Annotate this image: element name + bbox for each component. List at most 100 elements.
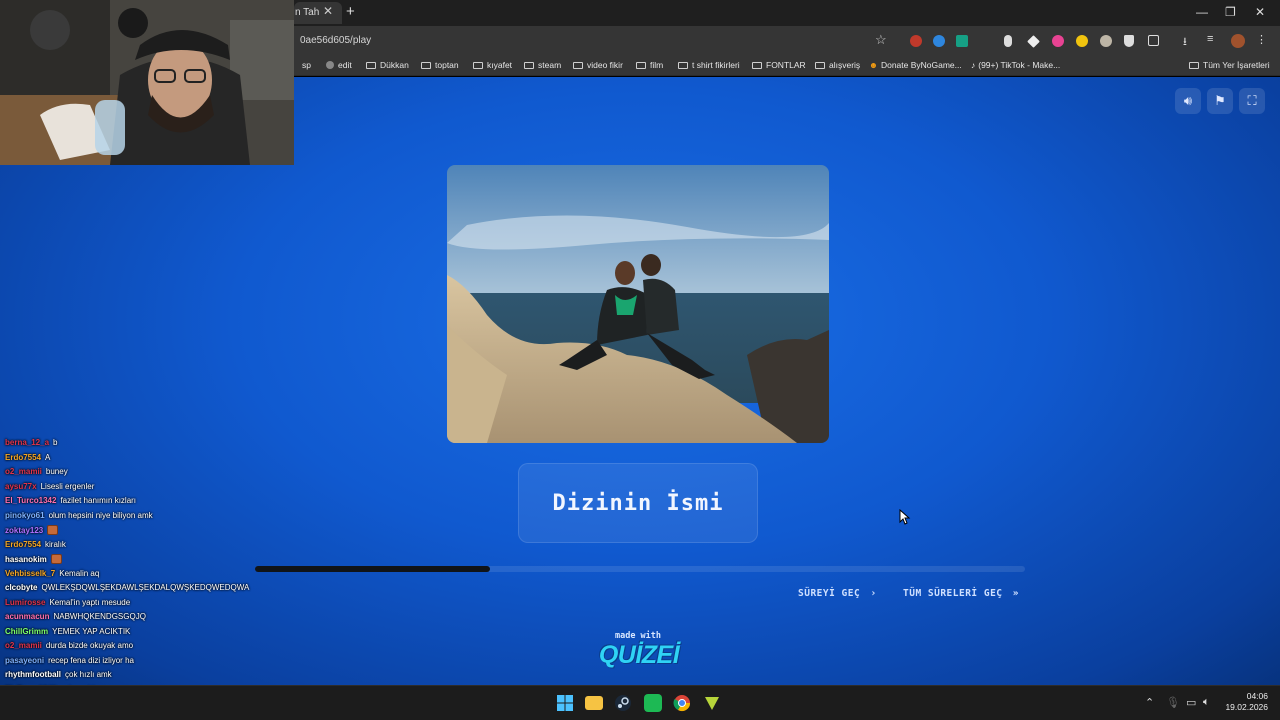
bookmark-folder[interactable]: t shirt fikirleri: [678, 60, 740, 70]
chat-username[interactable]: El_Turco1342: [5, 496, 56, 505]
chat-message: pasayeoni recep fena dizi izliyor ha: [5, 656, 295, 671]
chat-text: Kemalin aq: [59, 568, 100, 578]
extension-icon[interactable]: [1124, 35, 1134, 47]
emote-icon: [47, 525, 59, 535]
new-tab-icon[interactable]: +: [346, 3, 355, 20]
fullscreen-icon[interactable]: ⛶: [1239, 88, 1265, 114]
bookmark-folder[interactable]: FONTLAR: [752, 60, 806, 70]
chat-username[interactable]: pinokyo61: [5, 511, 45, 520]
skip-timer-button[interactable]: SÜREYİ GEÇ ›: [798, 588, 877, 599]
extension-icon[interactable]: [933, 35, 945, 47]
bookmark-folder[interactable]: toptan: [421, 60, 459, 70]
chat-username[interactable]: Lumirosse: [5, 598, 45, 607]
bookmark-folder[interactable]: video fikir: [573, 60, 623, 70]
chat-username[interactable]: pasayeoni: [5, 656, 44, 665]
steam-icon[interactable]: [614, 694, 632, 712]
chat-username[interactable]: Vehbisselk_7: [5, 569, 55, 578]
bookmark-folder[interactable]: steam: [524, 60, 561, 70]
download-icon[interactable]: ⭳: [1183, 33, 1187, 52]
mouse-cursor-icon: [899, 509, 911, 525]
chrome-icon[interactable]: [673, 694, 691, 712]
bookmark-folder[interactable]: Dükkan: [366, 60, 409, 70]
chat-message: Erdo7554 A: [5, 453, 295, 468]
extension-icon[interactable]: [910, 35, 922, 47]
window-close-icon[interactable]: ✕: [1255, 5, 1265, 19]
bookmark-star-icon[interactable]: ☆: [875, 32, 887, 48]
app-icon[interactable]: [644, 694, 662, 712]
quiz-photo: [447, 165, 829, 443]
bookmark-folder[interactable]: kıyafet: [473, 60, 512, 70]
file-explorer-icon[interactable]: [585, 696, 603, 710]
flag-icon[interactable]: ⚑: [1207, 88, 1233, 114]
profile-avatar[interactable]: [1231, 34, 1245, 48]
chat-username[interactable]: clcobyte: [5, 583, 37, 592]
chat-username[interactable]: o2_mamii: [5, 641, 42, 650]
bookmark-folder[interactable]: film: [636, 60, 663, 70]
microphone-icon[interactable]: 🎙︎: [1166, 696, 1180, 709]
folder-icon: [678, 62, 688, 69]
menu-dots-icon[interactable]: ⋮: [1256, 33, 1267, 46]
browser-tab[interactable]: n Tah: [294, 2, 342, 24]
bookmark-item[interactable]: ♪ (99+) TikTok - Make...: [971, 60, 1060, 70]
address-bar[interactable]: 0ae56d605/play: [300, 35, 371, 46]
tab-title: n Tah: [295, 7, 320, 18]
chat-text: Kemal'in yaptı mesude: [49, 597, 131, 607]
chat-username[interactable]: rhythmfootball: [5, 670, 61, 679]
network-icon[interactable]: ▭: [1186, 696, 1196, 709]
chat-username[interactable]: berna_12_a: [5, 438, 49, 447]
chat-username[interactable]: acunmacun: [5, 612, 49, 621]
webcam-overlay: [0, 0, 294, 165]
quizei-logo[interactable]: QUİZEİ: [596, 641, 682, 670]
bookmark-item[interactable]: edit: [326, 60, 352, 70]
chat-message: o2_mamii durda bizde okuyak amo: [5, 641, 295, 656]
speaker-icon[interactable]: 🔈︎: [1203, 696, 1210, 709]
chat-username[interactable]: o2_mamii: [5, 467, 42, 476]
bookmark-folder[interactable]: alışveriş: [815, 60, 860, 70]
extensions-puzzle-icon[interactable]: [1148, 35, 1159, 46]
chat-message: acunmacun NABWHQKENDGSGQJQ: [5, 612, 295, 627]
extension-icon[interactable]: [1027, 35, 1040, 48]
chat-username[interactable]: Erdo7554: [5, 453, 41, 462]
extension-icon[interactable]: [1076, 35, 1088, 47]
system-clock[interactable]: 04:06 19.02.2026: [1218, 691, 1268, 713]
chat-username[interactable]: ChillGrimm: [5, 627, 48, 636]
all-bookmarks-folder[interactable]: Tüm Yer İşaretleri: [1189, 60, 1270, 70]
chevron-up-icon[interactable]: ⌃: [1145, 696, 1154, 709]
folder-icon: [421, 62, 431, 69]
made-with-label: made with: [614, 631, 662, 641]
chat-text: A: [45, 452, 51, 462]
folder-icon: [366, 62, 376, 69]
chat-text: olum hepsini niye biliyon amk: [48, 510, 153, 520]
app-icon[interactable]: [703, 694, 721, 712]
tab-close-icon[interactable]: ✕: [323, 4, 333, 18]
extension-icon[interactable]: [956, 35, 968, 47]
chat-message: clcobyte QWLEKŞDQWLŞEKDAWLŞEKDALQWŞKEDQWE…: [5, 583, 295, 598]
media-control-icon[interactable]: ≡: [1207, 33, 1213, 45]
extension-icon[interactable]: [1004, 35, 1012, 47]
answer-card: Dizinin İsmi: [518, 463, 758, 543]
clock-time: 04:06: [1246, 691, 1268, 701]
folder-icon: [636, 62, 646, 69]
chat-message: berna_12_a b: [5, 438, 295, 453]
skip-all-timers-button[interactable]: TÜM SÜRELERİ GEÇ »: [903, 588, 1019, 599]
maximize-icon[interactable]: ❐: [1225, 5, 1236, 19]
bookmark-item[interactable]: sp: [302, 60, 311, 70]
folder-icon: [815, 62, 825, 69]
chat-message: pinokyo61 olum hepsini niye biliyon amk: [5, 511, 295, 526]
minimize-icon[interactable]: —: [1196, 5, 1208, 19]
chat-message: Erdo7554 kiralık: [5, 540, 295, 555]
chat-username[interactable]: aysu77x: [5, 482, 37, 491]
windows-start-icon[interactable]: [556, 694, 574, 712]
volume-icon[interactable]: 🔊︎: [1175, 88, 1201, 114]
chat-message: aysu77x Lisesli ergenler: [5, 482, 295, 497]
chat-text: buney: [45, 467, 68, 476]
chat-text: fazilet hanımın kızları: [60, 496, 137, 505]
extension-icon[interactable]: [1052, 35, 1064, 47]
extension-icon[interactable]: [1100, 35, 1112, 47]
chat-username[interactable]: zoktay123: [5, 526, 43, 535]
chat-username[interactable]: Erdo7554: [5, 540, 41, 549]
double-chevron-right-icon: »: [1012, 588, 1019, 599]
bookmark-item[interactable]: ☻ Donate ByNoGame...: [869, 60, 962, 70]
chat-username[interactable]: hasanokim: [5, 555, 47, 564]
chat-message: Vehbisselk_7 Kemalin aq: [5, 569, 295, 584]
